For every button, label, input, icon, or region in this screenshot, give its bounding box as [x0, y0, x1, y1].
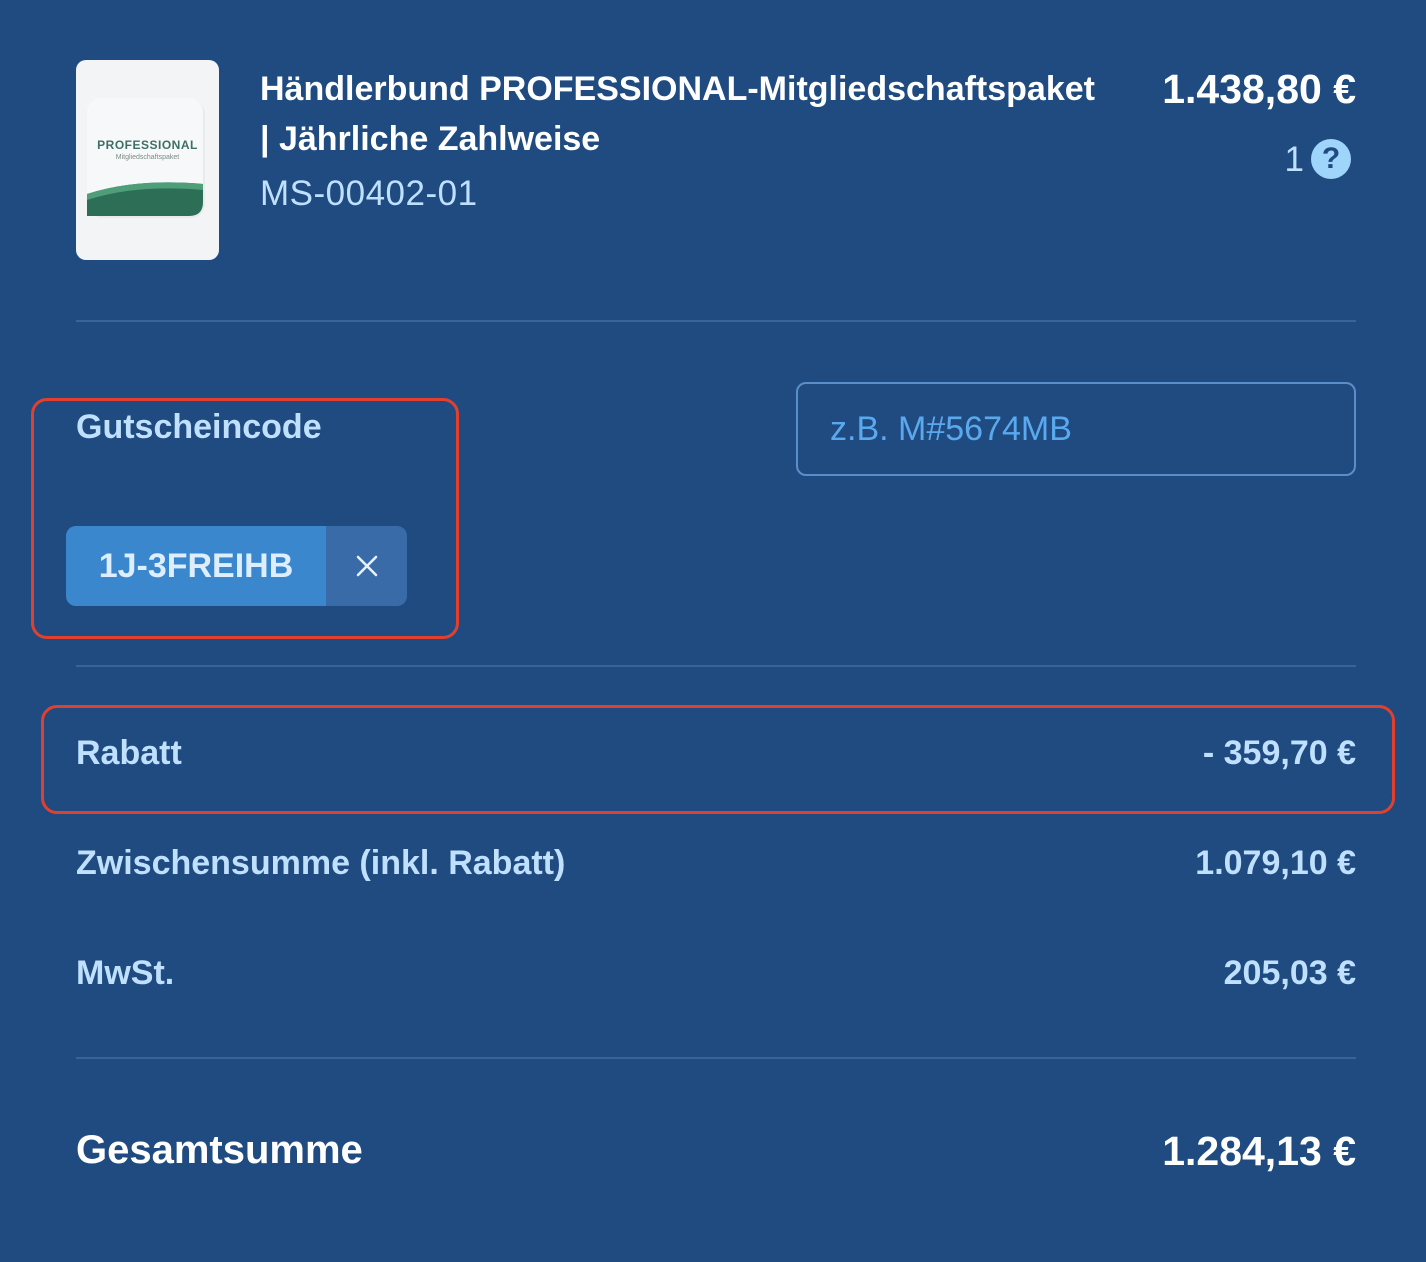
grand-total-value: 1.284,13 €: [1162, 1128, 1356, 1174]
tax-label: MwSt.: [76, 954, 175, 992]
divider: [76, 1057, 1356, 1059]
coupon-input[interactable]: [798, 384, 1354, 474]
grand-total-label: Gesamtsumme: [76, 1128, 363, 1172]
tax-value: 205,03 €: [1223, 954, 1356, 992]
product-title-line-2: | Jährliche Zahlweise: [260, 120, 601, 158]
product-image-title: PROFESSIONAL: [97, 138, 198, 152]
coupon-input-wrapper: [796, 382, 1356, 476]
help-icon[interactable]: ?: [1311, 139, 1351, 179]
product-image-subtitle: Mitgliedschaftspaket: [115, 154, 180, 161]
product-quantity: 1: [1284, 140, 1304, 179]
subtotal-value: 1.079,10 €: [1195, 844, 1356, 882]
highlight-coupon: [31, 398, 459, 639]
product-price: 1.438,80 €: [1162, 66, 1356, 112]
product-sku: MS-00402-01: [260, 174, 478, 213]
product-image: PROFESSIONAL Mitgliedschaftspaket: [76, 60, 219, 260]
divider: [76, 320, 1356, 322]
product-title: Händlerbund PROFESSIONAL-Mitgliedschafts…: [260, 64, 1140, 164]
highlight-discount: [41, 705, 1395, 814]
divider: [76, 665, 1356, 667]
subtotal-label: Zwischensumme (inkl. Rabatt): [76, 844, 566, 882]
product-title-line-1: Händlerbund PROFESSIONAL-Mitgliedschafts…: [260, 70, 1095, 108]
